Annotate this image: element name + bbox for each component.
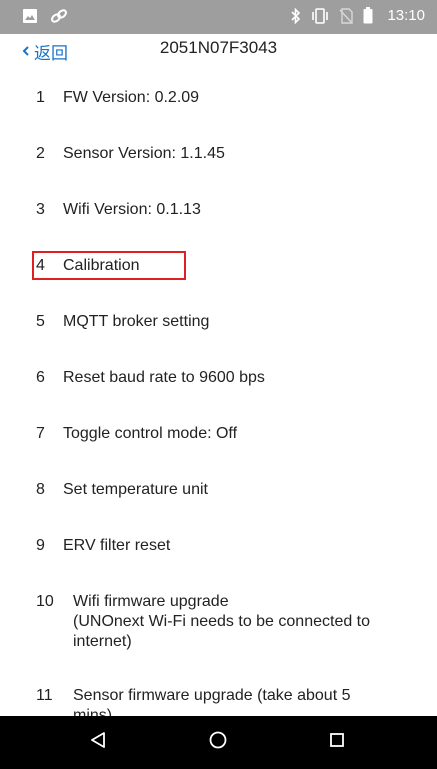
menu-item-erv-filter-reset[interactable]: 9 ERV filter reset bbox=[36, 536, 427, 556]
no-sim-icon bbox=[339, 7, 354, 24]
item-label: MQTT broker setting bbox=[63, 313, 210, 330]
back-triangle-icon[interactable] bbox=[90, 731, 106, 754]
status-bar: 13:10 bbox=[0, 0, 437, 34]
item-number: 7 bbox=[36, 425, 45, 442]
item-number: 1 bbox=[36, 89, 45, 106]
recents-square-icon[interactable] bbox=[329, 731, 345, 754]
menu-item-sensor-version[interactable]: 2 Sensor Version: 1.1.45 bbox=[36, 144, 427, 164]
image-icon bbox=[22, 8, 38, 24]
item-label: ERV filter reset bbox=[63, 537, 171, 554]
item-number: 9 bbox=[36, 537, 45, 554]
item-number: 6 bbox=[36, 369, 45, 386]
page-title: 2051N07F3043 bbox=[159, 38, 278, 57]
item-number: 8 bbox=[36, 481, 45, 498]
bluetooth-icon bbox=[291, 7, 301, 24]
menu-item-wifi-firmware-upgrade[interactable]: 10 Wifi firmware upgrade (UNOnext Wi-Fi … bbox=[36, 592, 427, 652]
item-label: Toggle control mode: Off bbox=[63, 425, 238, 442]
menu-item-fw-version[interactable]: 1 FW Version: 0.2.09 bbox=[36, 88, 427, 108]
item-label: Wifi firmware upgrade (UNOnext Wi-Fi nee… bbox=[73, 593, 371, 650]
menu-item-toggle-control-mode[interactable]: 7 Toggle control mode: Off bbox=[36, 424, 427, 444]
item-number: 3 bbox=[36, 201, 45, 218]
item-label: Wifi Version: 0.1.13 bbox=[63, 201, 201, 218]
item-label: FW Version: 0.2.09 bbox=[63, 89, 200, 106]
vibrate-icon bbox=[311, 7, 329, 24]
menu-item-reset-baud-rate[interactable]: 6 Reset baud rate to 9600 bps bbox=[36, 368, 427, 388]
item-label: Sensor Version: 1.1.45 bbox=[63, 145, 225, 162]
menu-item-wifi-version[interactable]: 3 Wifi Version: 0.1.13 bbox=[36, 200, 427, 220]
item-label: Set temperature unit bbox=[63, 481, 208, 498]
item-number: 5 bbox=[36, 313, 45, 330]
calibration-highlight-box bbox=[32, 251, 186, 280]
header: 返回 2051N07F3043 bbox=[0, 34, 437, 64]
home-circle-icon[interactable] bbox=[209, 731, 227, 754]
battery-icon bbox=[363, 7, 373, 24]
menu-item-mqtt-broker[interactable]: 5 MQTT broker setting bbox=[36, 312, 427, 332]
item-number: 10 bbox=[36, 593, 54, 610]
status-time: 13:10 bbox=[387, 7, 425, 24]
item-label: Reset baud rate to 9600 bps bbox=[63, 369, 265, 386]
link-icon bbox=[50, 8, 68, 24]
navigation-bar bbox=[0, 716, 437, 769]
menu-item-temperature-unit[interactable]: 8 Set temperature unit bbox=[36, 480, 427, 500]
item-number: 2 bbox=[36, 145, 45, 162]
